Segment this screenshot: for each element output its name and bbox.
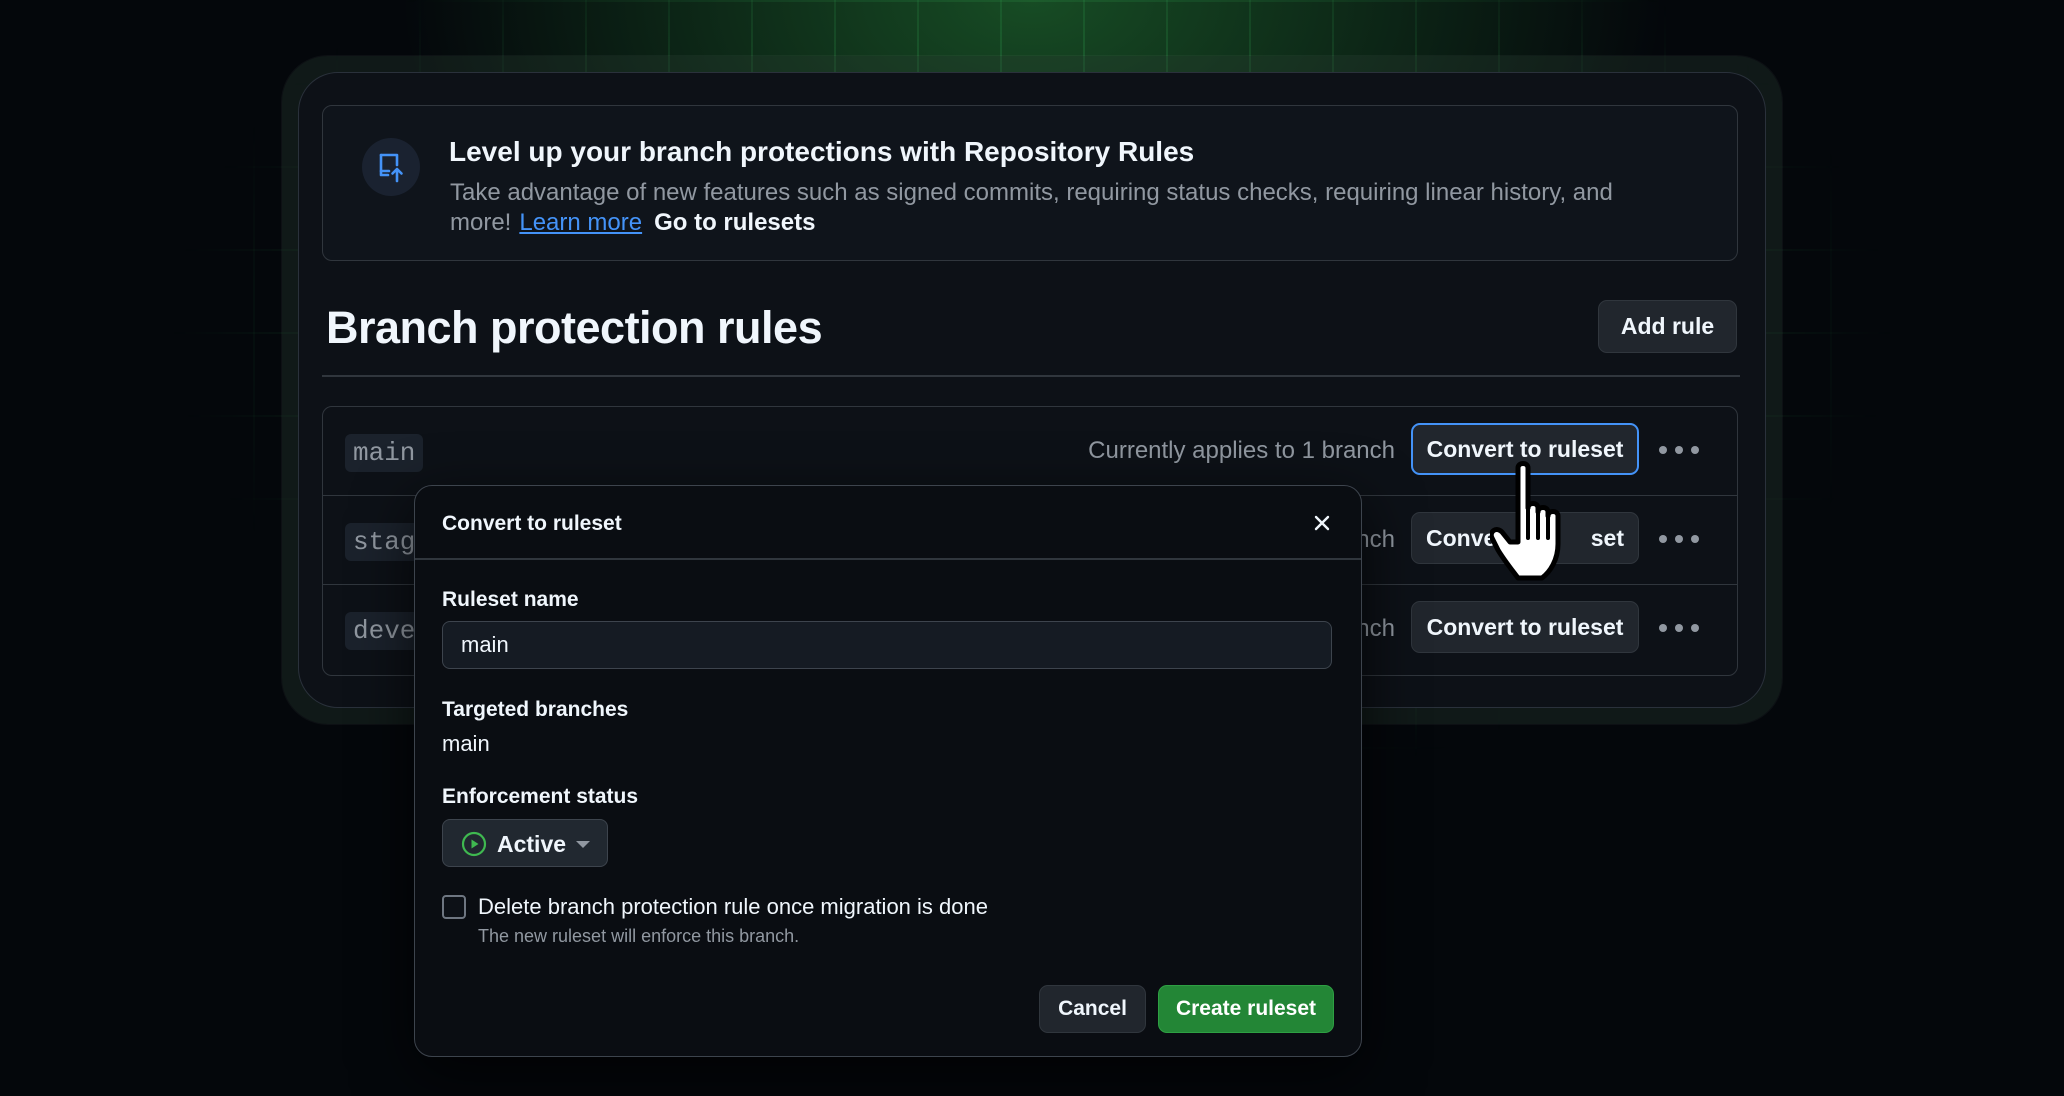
branch-name[interactable]: stag [345,523,424,561]
targeted-branches-value: main [442,731,490,756]
repository-rules-banner: Level up your branch protections with Re… [322,105,1738,261]
branch-name[interactable]: main [345,434,424,472]
chevron-down-icon [576,841,590,848]
enforcement-status-select[interactable]: Active [442,819,608,867]
cancel-button[interactable]: Cancel [1039,985,1146,1033]
convert-to-ruleset-button[interactable]: Convert to ruleset [1411,601,1639,653]
convert-to-ruleset-dialog: Convert to ruleset Ruleset name Targeted… [414,485,1362,1057]
ruleset-name-input[interactable] [442,621,1332,669]
play-circle-icon [461,831,487,862]
hand-pointer-cursor-icon [1488,460,1586,595]
close-icon[interactable] [1309,510,1335,536]
enforcement-status-value: Active [497,831,567,857]
repo-push-icon [362,138,420,196]
banner-title: Level up your branch protections with Re… [449,136,1195,167]
ruleset-name-label: Ruleset name [442,588,579,611]
applies-text: nch [1356,526,1395,553]
learn-more-link[interactable]: Learn more [519,209,642,236]
add-rule-button[interactable]: Add rule [1598,300,1737,353]
header-divider [322,375,1740,377]
banner-description: Take advantage of new features such as s… [450,178,1630,238]
branch-name[interactable]: deve [345,612,424,650]
delete-rule-help-text: The new ruleset will enforce this branch… [478,926,800,946]
kebab-menu-icon[interactable] [1659,615,1699,641]
delete-rule-checkbox[interactable] [442,895,466,919]
dialog-title: Convert to ruleset [442,512,622,535]
kebab-menu-icon[interactable] [1659,526,1699,552]
convert-label-end: set [1590,524,1624,551]
kebab-menu-icon[interactable] [1659,437,1699,463]
enforcement-status-label: Enforcement status [442,785,639,808]
targeted-branches-label: Targeted branches [442,698,629,721]
go-to-rulesets-link[interactable]: Go to rulesets [654,209,815,236]
delete-rule-checkbox-label[interactable]: Delete branch protection rule once migra… [478,894,988,920]
applies-text: Currently applies to 1 branch [1088,437,1395,464]
convert-label-start: Conve [1426,524,1497,551]
dialog-header: Convert to ruleset [415,486,1361,560]
page-title: Branch protection rules [326,302,823,353]
create-ruleset-button[interactable]: Create ruleset [1158,985,1334,1033]
applies-text: nch [1356,615,1395,642]
